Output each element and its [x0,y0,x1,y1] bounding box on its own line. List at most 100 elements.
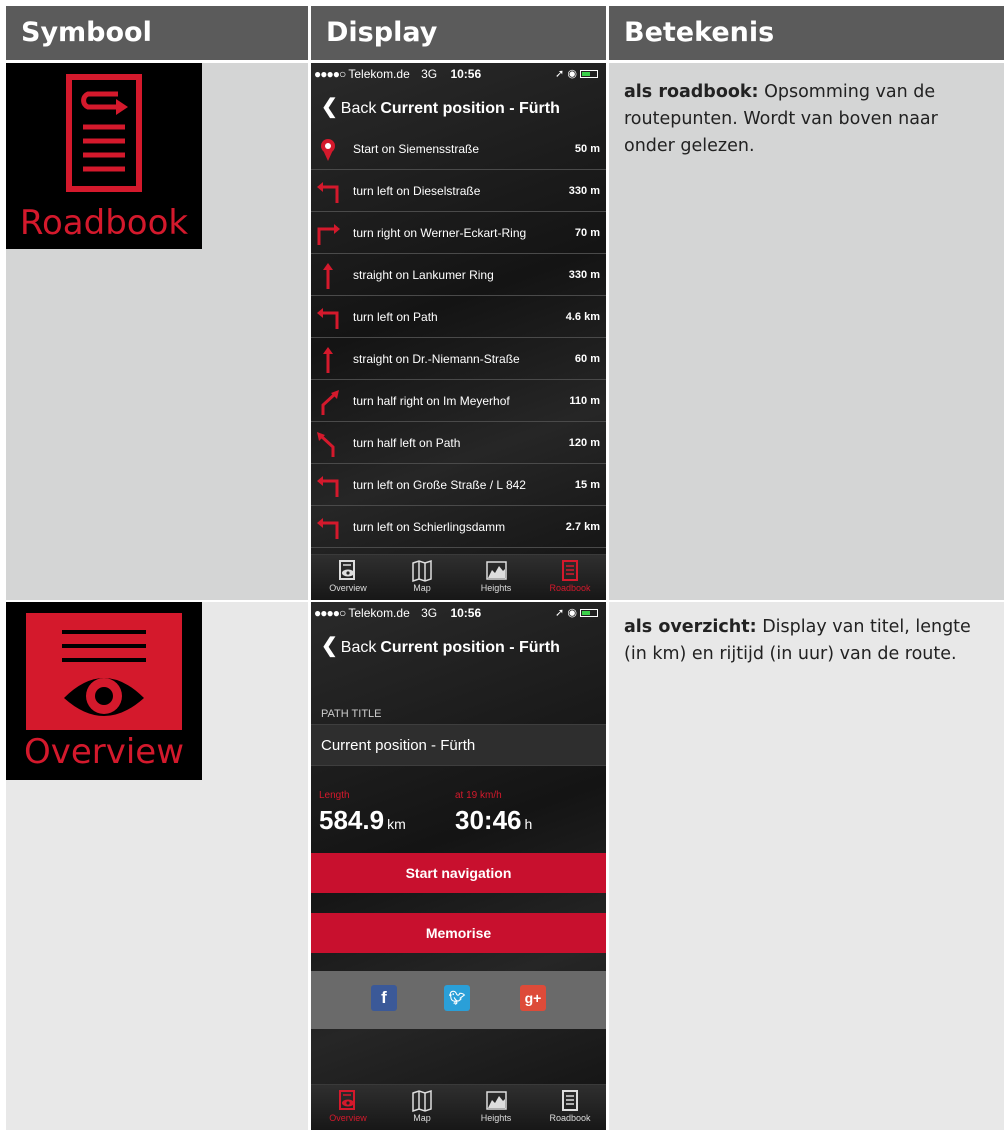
roadbook-symbol: Roadbook [6,63,202,249]
straight-icon [315,347,341,373]
nav-bar: ❮ Back Current position - Fürth [311,624,606,668]
step-distance: 110 m [569,395,600,407]
roadbook-step[interactable]: turn left on Große Straße / L 842 15 m [311,465,606,506]
heights-tab-icon [459,1089,533,1112]
heights-tab-icon [459,559,533,582]
tab-label: Map [413,583,431,593]
overview-symbol-label: Overview [23,732,185,772]
step-instruction: straight on Lankumer Ring [353,268,494,282]
step-instruction: Start on Siemensstraße [353,142,480,156]
carrier: Telekom.de [348,67,410,81]
tab-label: Heights [480,1113,512,1123]
battery-icon [580,70,598,79]
header-meaning: Betekenis [609,6,1004,60]
overview-tab-icon [311,559,385,582]
tab-map[interactable]: Map [385,557,459,593]
roadbook-step[interactable]: straight on Dr.-Niemann-Straße 60 m [311,339,606,380]
nav-title: Current position - Fürth [380,639,560,656]
step-distance: 70 m [574,227,600,239]
step-instruction: turn half right on Im Meyerhof [353,394,510,408]
step-distance: 15 m [574,479,600,491]
step-distance: 60 m [574,353,600,365]
map-tab-icon [385,559,459,582]
overview-description-bold: als overzicht: [624,617,757,637]
header-symbol: Symbool [6,6,308,60]
time-unit: h [524,816,533,832]
status-bar: ●●●●○ Telekom.de 3G 10:56 ➚ ◉ [311,63,606,85]
roadbook-step[interactable]: turn half right on Im Meyerhof 110 m [311,381,606,422]
roadbook-description: als roadbook: Opsomming van de routepunt… [624,79,986,160]
row2-meaning-cell [609,602,1004,1130]
step-distance: 2.7 km [565,521,600,533]
start-navigation-button[interactable]: Start navigation [311,853,606,893]
tab-label: Overview [329,1113,367,1123]
tab-bar: Overview Map Heights Roadbook [311,1084,606,1130]
tab-roadbook[interactable]: Roadbook [533,557,606,593]
length-label: Length [319,790,350,801]
tab-heights[interactable]: Heights [459,557,533,593]
speed-label: at 19 km/h [455,790,502,801]
chevron-left-icon: ❮ [321,96,338,118]
path-title-label: PATH TITLE [321,708,382,720]
straight-icon [315,263,341,289]
roadbook-step[interactable]: turn right on Werner-Eckart-Ring 70 m [311,213,606,254]
step-distance: 50 m [574,143,600,155]
clock: 10:56 [450,67,482,81]
twitter-icon[interactable]: 🐦︎ [444,985,470,1011]
tab-overview[interactable]: Overview [311,557,385,593]
step-distance: 4.6 km [565,311,600,323]
step-distance: 120 m [568,437,600,449]
tab-bar: Overview Map Heights Roadbook [311,554,606,600]
googleplus-icon[interactable]: g+ [520,985,546,1011]
roadbook-description-bold: als roadbook: [624,82,759,102]
tab-overview[interactable]: Overview [311,1087,385,1123]
tab-label: Roadbook [549,1113,591,1123]
roadbook-tab-icon [533,559,606,582]
start-pin-icon [315,137,341,163]
length-value: 584.9 km [319,805,406,835]
roadbook-step[interactable]: turn left on Path 4.6 km [311,297,606,338]
path-title-field[interactable]: Current position - Fürth [311,724,606,766]
roadbook-step[interactable]: straight on Lankumer Ring 330 m [311,255,606,296]
roadbook-symbol-label: Roadbook [19,203,189,243]
network: 3G [421,67,438,81]
map-tab-icon [385,1089,459,1112]
step-instruction: turn right on Werner-Eckart-Ring [353,226,527,240]
turn-left-icon [315,179,341,205]
turn-right-icon [315,221,341,247]
step-distance: 330 m [568,185,600,197]
length-unit: km [387,816,406,832]
overview-description: als overzicht: Display van titel, lengte… [624,614,986,668]
chevron-left-icon: ❮ [321,635,338,657]
roadbook-step[interactable]: turn half left on Path 120 m [311,423,606,464]
tab-heights[interactable]: Heights [459,1087,533,1123]
half-right-icon [315,389,341,415]
roadbook-tab-icon [533,1089,606,1112]
carrier: Telekom.de [348,606,410,620]
back-button[interactable]: ❮ Back [321,96,376,118]
time-value: 30:46 h [455,805,533,835]
overview-tab-icon [311,1089,385,1112]
tab-label: Heights [480,583,512,593]
location-icon: ➚ [555,607,565,619]
location-icon: ➚ [555,68,565,80]
nav-bar: ❮ Back Current position - Fürth [311,85,606,129]
step-instruction: turn left on Dieselstraße [353,184,481,198]
memorise-button[interactable]: Memorise [311,913,606,953]
facebook-icon[interactable]: f [371,985,397,1011]
roadbook-step[interactable]: Start on Siemensstraße 50 m [311,129,606,170]
header-display: Display [311,6,606,60]
tab-map[interactable]: Map [385,1087,459,1123]
step-instruction: turn left on Path [353,310,438,324]
share-bar: f 🐦︎ g+ [311,971,606,1029]
overview-symbol: Overview [6,602,202,780]
battery-icon [580,609,598,618]
half-left-icon [315,431,341,457]
back-button[interactable]: ❮ Back [321,635,376,657]
roadbook-step[interactable]: turn left on Schierlingsdamm 2.7 km [311,507,606,548]
roadbook-step[interactable]: turn left on Dieselstraße 330 m [311,171,606,212]
tab-roadbook[interactable]: Roadbook [533,1087,606,1123]
tab-label: Map [413,1113,431,1123]
alarm-icon: ◉ [567,68,577,80]
status-bar: ●●●●○ Telekom.de 3G 10:56 ➚ ◉ [311,602,606,624]
